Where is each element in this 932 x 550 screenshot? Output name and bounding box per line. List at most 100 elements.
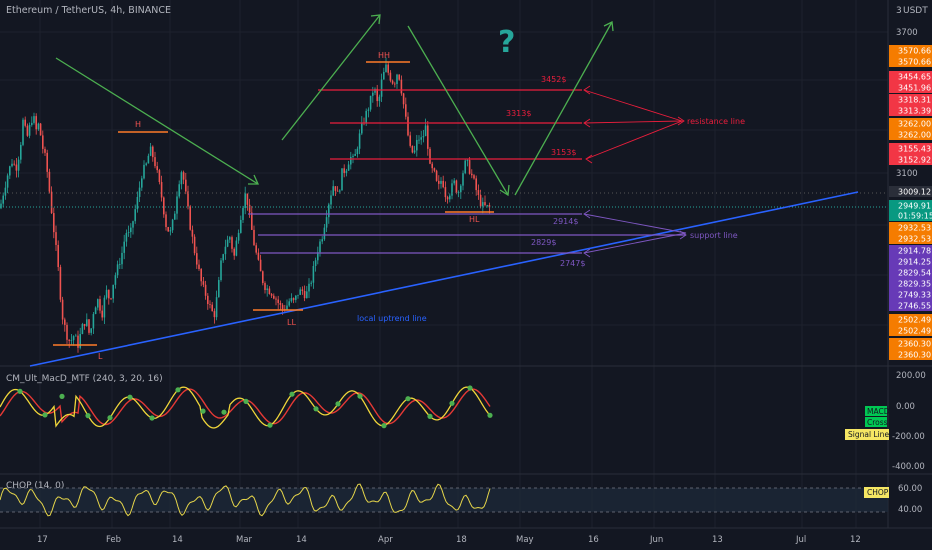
candle-body-150 [330,195,332,205]
support-label-2829: 2829$ [531,238,556,247]
candle-body-162 [356,148,359,155]
candle-body-118 [259,259,262,272]
chop-tick-60: 60.00 [898,484,922,494]
candle-body-191 [420,137,422,140]
swing-label-h: H [135,120,141,129]
candle-body-184 [405,104,407,117]
price-label-2: 3454.65 [898,73,931,82]
macd-cross-dot-21 [487,412,493,418]
support-label-2747: 2747$ [560,259,585,268]
candle-body-195 [429,148,431,164]
candle-body-83 [182,172,185,180]
candle-body-44 [97,299,99,308]
candle-body-161 [354,154,356,156]
candle-body-188 [413,150,416,153]
candle-body-68 [149,146,152,156]
candle-body-156 [343,168,345,173]
candle-body-209 [460,185,462,193]
time-tick-11: Jul [795,535,806,545]
candle-body-163 [358,133,361,149]
candle-body-192 [422,136,425,138]
price-label-14: 2932.53 [898,235,931,244]
price-label-1: 3570.66 [898,58,931,67]
candle-body-39 [86,319,88,326]
chop-band [0,488,888,512]
candle-body-196 [431,163,433,169]
candle-body-142 [312,266,315,283]
macd-cross-dot-2 [59,393,65,399]
candle-body-22 [48,171,51,192]
price-label-22: 2502.49 [898,327,931,336]
candle-body-139 [306,291,308,299]
candle-body-33 [72,336,75,341]
candle-body-72 [158,170,161,182]
candle-body-10 [22,119,24,145]
candle-body-206 [453,180,455,184]
candle-body-182 [400,79,403,94]
macd-cross-dot-18 [427,413,433,419]
candle-body-203 [446,197,449,200]
candle-body-137 [301,289,304,291]
candle-body-134 [295,295,297,300]
candle-body-217 [477,190,480,195]
candle-body-205 [451,183,453,196]
candle-body-26 [57,244,59,268]
macd-title: CM_Ult_MacD_MTF (240, 3, 20, 16) [6,374,163,384]
time-tick-0: 17 [37,535,48,545]
candle-body-125 [275,298,277,300]
candle-body-136 [299,289,301,295]
candle-body-193 [424,125,427,137]
candle-body-115 [253,229,255,246]
candle-body-15 [33,116,35,123]
candle-body-106 [233,248,235,256]
candle-body-97 [213,311,216,318]
resistance-label-3313: 3313$ [506,109,531,118]
candle-body-201 [442,180,444,188]
candle-body-63 [138,187,141,197]
candle-body-51 [112,284,114,299]
candle-body-54 [119,264,121,266]
candle-body-58 [127,232,130,234]
candle-body-210 [462,173,464,186]
candle-body-143 [314,260,317,267]
candle-body-178 [391,80,394,84]
candle-body-74 [163,197,165,215]
resistance-label-3452: 3452$ [541,75,566,84]
candle-body-27 [59,267,62,300]
candle-body-61 [134,209,136,222]
macd-cross-dot-9 [221,409,227,415]
trading-chart[interactable]: Ethereum / TetherUS, 4h, BINANCE USDT 3 … [0,0,932,550]
candle-body-34 [75,335,77,337]
candle-body-98 [215,297,218,318]
candle-body-200 [440,180,442,184]
candle-body-190 [418,139,420,141]
candle-body-75 [165,214,167,228]
candle-body-189 [416,139,418,151]
time-tick-8: 16 [588,535,599,545]
scale-badge: 3 [896,6,902,16]
macd-cross-dot-16 [381,423,387,429]
macd-tick-neg400: -400.00 [892,462,925,472]
candle-body-29 [64,319,66,325]
candle-body-108 [237,232,240,241]
candle-body-40 [88,319,90,333]
candle-body-3 [6,175,9,188]
candle-body-5 [11,163,13,167]
question-mark: ? [498,25,515,60]
candle-body-135 [297,294,299,296]
candle-body-168 [369,95,372,110]
candle-body-102 [224,246,227,255]
candle-body-79 [174,213,176,220]
candle-body-52 [114,275,117,285]
macd-tick-200: 200.00 [896,371,926,381]
chop-legend-label: CHOP [867,488,889,497]
candle-body-173 [380,79,383,97]
candle-body-64 [141,178,143,188]
time-tick-9: Jun [649,535,663,545]
candle-body-103 [226,239,229,247]
candle-body-187 [411,145,414,153]
candle-body-2 [4,187,7,196]
candle-body-69 [152,146,154,158]
candle-body-78 [171,219,174,231]
candle-body-32 [70,340,73,341]
